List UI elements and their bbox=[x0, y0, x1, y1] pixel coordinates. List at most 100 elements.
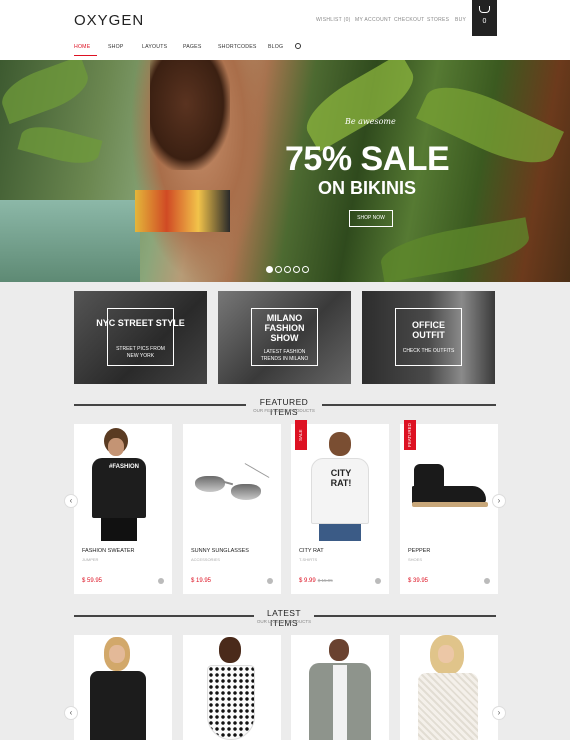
nav-layouts[interactable]: LAYOUTS bbox=[142, 44, 167, 50]
latest-subtitle: OUR LATEST PRODUCTS bbox=[256, 619, 312, 624]
slider-dot[interactable] bbox=[275, 266, 282, 273]
hero-leaf bbox=[296, 60, 424, 152]
product-name[interactable]: SUNNY SUNGLASSES bbox=[191, 548, 249, 554]
promo-nyc-street-style[interactable]: NYC STREET STYLE STREET PICS FROM NEW YO… bbox=[74, 291, 207, 384]
featured-subtitle: OUR FEATURED PRODUCTS bbox=[253, 408, 315, 413]
polka-dress-shape bbox=[207, 665, 255, 740]
hero-script-text: Be awesome bbox=[345, 117, 396, 126]
sunglasses-lens-right bbox=[231, 484, 261, 500]
shirt-shape bbox=[333, 665, 347, 740]
checkout-link[interactable]: CHECKOUT bbox=[394, 17, 424, 23]
add-to-cart-icon[interactable] bbox=[267, 578, 273, 584]
product-price: $ 19.95 bbox=[191, 578, 212, 584]
jeans-shape bbox=[319, 524, 361, 541]
add-to-cart-icon[interactable] bbox=[158, 578, 164, 584]
product-image[interactable] bbox=[183, 635, 281, 740]
hero-leaf bbox=[377, 217, 533, 282]
product-card[interactable]: FEATURED PEPPER SHOES $ 39.95 bbox=[400, 420, 498, 594]
product-image[interactable] bbox=[183, 424, 281, 541]
model-face bbox=[438, 645, 454, 663]
product-category: SHOES bbox=[408, 557, 423, 562]
nav-home[interactable]: HOME bbox=[74, 44, 90, 50]
add-to-cart-icon[interactable] bbox=[375, 578, 381, 584]
model-face bbox=[109, 645, 125, 663]
sweater-print: #FASHION bbox=[108, 464, 139, 470]
featured-next-arrow[interactable]: › bbox=[492, 494, 506, 508]
product-name[interactable]: FASHION SWEATER bbox=[82, 548, 134, 554]
sunglasses-lens-left bbox=[195, 476, 225, 492]
hero-water bbox=[0, 200, 140, 282]
slider-dot[interactable] bbox=[302, 266, 309, 273]
product-price: $ 9.99 bbox=[299, 578, 316, 584]
search-icon[interactable] bbox=[295, 43, 301, 49]
product-name[interactable]: CITY RAT bbox=[299, 548, 324, 554]
featured-badge: FEATURED bbox=[404, 420, 416, 450]
product-card[interactable] bbox=[291, 635, 389, 740]
promo-subtitle: STREET PICS FROM NEW YORK bbox=[116, 346, 165, 359]
product-category: JUMPER bbox=[82, 557, 99, 562]
hero-bikini bbox=[135, 190, 230, 232]
model-hair bbox=[219, 637, 241, 663]
product-image[interactable] bbox=[291, 635, 389, 740]
product-card[interactable]: SUNNY SUNGLASSES ACCESSORIES $ 19.95 bbox=[183, 424, 281, 594]
promo-subtitle: CHECK THE OUTFITS bbox=[402, 348, 455, 354]
cart-count: 0 bbox=[482, 18, 487, 25]
promo-title: NYC STREET STYLE bbox=[96, 318, 185, 328]
latest-next-arrow[interactable]: › bbox=[492, 706, 506, 720]
product-card[interactable]: #FASHION FASHION SWEATER JUMPER $ 59.95 bbox=[74, 424, 172, 594]
nav-blog[interactable]: BLOG bbox=[268, 44, 283, 50]
model-head bbox=[329, 639, 349, 661]
promo-subtitle: LATEST FASHION TRENDS IN MILANO bbox=[260, 349, 309, 362]
latest-prev-arrow[interactable]: ‹ bbox=[64, 706, 78, 720]
sale-badge: SALE bbox=[295, 420, 307, 450]
product-card[interactable]: CITY RAT! SALE CITY RAT T-SHIRTS $ 9.99 $… bbox=[291, 420, 389, 594]
hero-subtitle: ON BIKINIS bbox=[318, 178, 417, 198]
site-header: OXYGEN WISHLIST (0) MY ACCOUNT CHECKOUT … bbox=[0, 0, 570, 62]
product-image[interactable]: #FASHION bbox=[74, 424, 172, 541]
stores-link[interactable]: STORES bbox=[427, 17, 449, 23]
product-category: T-SHIRTS bbox=[299, 557, 318, 562]
slider-dot[interactable] bbox=[266, 266, 273, 273]
product-price-group: $ 9.99 $ 15.95 bbox=[299, 578, 333, 584]
model-head bbox=[329, 432, 351, 456]
slider-dot[interactable] bbox=[293, 266, 300, 273]
promo-office-outfit[interactable]: OFFICE OUTFIT CHECK THE OUTFITS bbox=[362, 291, 495, 384]
nav-shortcodes[interactable]: SHORTCODES bbox=[218, 44, 257, 50]
shop-now-button[interactable]: SHOP NOW bbox=[349, 210, 393, 227]
tshirt-print: CITY RAT! bbox=[330, 468, 352, 488]
featured-title: FEATURED ITEMS bbox=[259, 397, 309, 417]
slider-dot[interactable] bbox=[284, 266, 291, 273]
boot-sole bbox=[412, 502, 488, 507]
product-name[interactable]: PEPPER bbox=[408, 548, 430, 554]
basket-icon bbox=[479, 6, 490, 13]
section-divider bbox=[74, 404, 246, 406]
my-account-link[interactable]: MY ACCOUNT bbox=[355, 17, 391, 23]
hero-leaf bbox=[17, 120, 103, 170]
product-image[interactable] bbox=[74, 635, 172, 740]
sunglasses-arm bbox=[244, 463, 270, 478]
product-card[interactable] bbox=[74, 635, 172, 740]
hero-leaf bbox=[0, 60, 95, 125]
product-category: ACCESSORIES bbox=[191, 557, 220, 562]
product-card[interactable] bbox=[400, 635, 498, 740]
product-price: $ 59.95 bbox=[82, 578, 103, 584]
promo-title: OFFICE OUTFIT bbox=[412, 320, 445, 340]
lace-top-shape bbox=[418, 673, 478, 740]
site-logo[interactable]: OXYGEN bbox=[74, 12, 144, 29]
leather-jacket-shape bbox=[90, 671, 146, 740]
hero-title: 75% SALE bbox=[285, 140, 450, 178]
nav-pages[interactable]: PAGES bbox=[183, 44, 202, 50]
hero-model-hair bbox=[150, 60, 230, 170]
featured-prev-arrow[interactable]: ‹ bbox=[64, 494, 78, 508]
buy-link[interactable]: BUY bbox=[455, 17, 466, 23]
product-image[interactable] bbox=[400, 635, 498, 740]
promo-milano-fashion-show[interactable]: MILANO FASHION SHOW LATEST FASHION TREND… bbox=[218, 291, 351, 384]
product-old-price: $ 15.95 bbox=[317, 578, 333, 583]
product-card[interactable] bbox=[183, 635, 281, 740]
cart-button[interactable]: 0 bbox=[472, 0, 497, 36]
nav-shop[interactable]: SHOP bbox=[108, 44, 124, 50]
latest-title: LATEST ITEMS bbox=[267, 608, 301, 628]
wishlist-link[interactable]: WISHLIST (0) bbox=[316, 17, 351, 23]
add-to-cart-icon[interactable] bbox=[484, 578, 490, 584]
model-face bbox=[108, 438, 124, 456]
